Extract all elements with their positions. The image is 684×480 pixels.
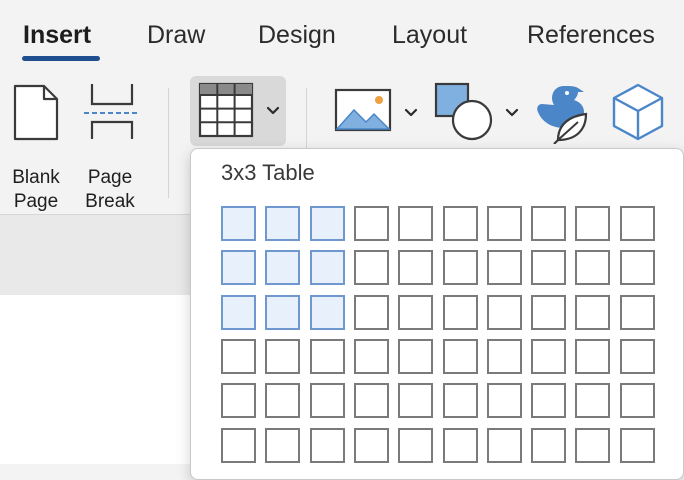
- shapes-button[interactable]: [434, 82, 496, 142]
- cube-icon: [612, 83, 664, 141]
- table-grid-cell[interactable]: [575, 250, 610, 285]
- table-grid-cell[interactable]: [221, 295, 256, 330]
- table-grid-cell[interactable]: [398, 206, 433, 241]
- table-grid-cell[interactable]: [620, 383, 655, 418]
- table-grid-icon: [198, 82, 254, 138]
- table-grid-cell[interactable]: [265, 206, 300, 241]
- table-grid-cell[interactable]: [531, 383, 566, 418]
- table-grid-cell[interactable]: [310, 428, 345, 463]
- table-grid-cell[interactable]: [221, 383, 256, 418]
- ribbon-tabs: Insert Draw Design Layout References: [0, 0, 684, 68]
- table-grid-cell[interactable]: [221, 428, 256, 463]
- table-grid-cell[interactable]: [531, 295, 566, 330]
- table-grid-cell[interactable]: [221, 339, 256, 374]
- table-grid-cell[interactable]: [443, 250, 478, 285]
- table-grid-cell[interactable]: [487, 339, 522, 374]
- table-grid-cell[interactable]: [354, 250, 389, 285]
- blank-page-button[interactable]: Blank Page: [6, 82, 66, 212]
- page-break-icon: [84, 84, 140, 139]
- pictures-button[interactable]: [334, 88, 394, 138]
- table-grid-cell[interactable]: [354, 428, 389, 463]
- table-grid-cell[interactable]: [443, 383, 478, 418]
- table-grid-cell[interactable]: [221, 206, 256, 241]
- picture-icon: [334, 88, 392, 132]
- table-grid-cell[interactable]: [354, 206, 389, 241]
- table-grid-cell[interactable]: [575, 206, 610, 241]
- table-grid-cell[interactable]: [531, 428, 566, 463]
- table-grid-cell[interactable]: [620, 428, 655, 463]
- table-grid-cell[interactable]: [265, 339, 300, 374]
- table-grid-cell[interactable]: [265, 383, 300, 418]
- table-grid-cell[interactable]: [265, 295, 300, 330]
- blank-page-icon: [13, 84, 59, 141]
- table-grid-cell[interactable]: [443, 339, 478, 374]
- table-grid-cell[interactable]: [354, 339, 389, 374]
- table-grid-cell[interactable]: [620, 339, 655, 374]
- table-grid-cell[interactable]: [575, 383, 610, 418]
- blank-page-label-line2: Page: [13, 191, 59, 212]
- insert-table-dropdown: 3x3 Table: [190, 148, 684, 480]
- table-grid-cell[interactable]: [531, 206, 566, 241]
- table-grid-cell[interactable]: [398, 295, 433, 330]
- table-grid-cell[interactable]: [265, 428, 300, 463]
- table-grid-cell[interactable]: [398, 428, 433, 463]
- table-grid-cell[interactable]: [575, 339, 610, 374]
- chevron-down-icon[interactable]: [404, 108, 418, 118]
- table-grid-cell[interactable]: [398, 339, 433, 374]
- table-grid-cell[interactable]: [310, 295, 345, 330]
- chevron-down-icon: [266, 106, 280, 115]
- tab-layout[interactable]: Layout: [392, 18, 467, 52]
- table-grid-cell[interactable]: [487, 206, 522, 241]
- icons-button[interactable]: [534, 82, 594, 145]
- blank-page-label-line1: Blank: [12, 167, 60, 188]
- table-grid-cell[interactable]: [575, 295, 610, 330]
- table-grid-cell[interactable]: [487, 295, 522, 330]
- table-grid-cell[interactable]: [487, 428, 522, 463]
- table-size-label: 3x3 Table: [221, 160, 315, 185]
- table-grid-cell[interactable]: [398, 250, 433, 285]
- table-grid-cell[interactable]: [575, 428, 610, 463]
- page-break-label-line2: Break: [85, 191, 135, 212]
- table-grid-cell[interactable]: [221, 250, 256, 285]
- active-tab-indicator: [22, 56, 100, 61]
- table-grid-cell[interactable]: [398, 383, 433, 418]
- tab-references[interactable]: References: [527, 18, 655, 52]
- table-grid-cell[interactable]: [487, 250, 522, 285]
- 3d-models-button[interactable]: [610, 82, 666, 144]
- chevron-down-icon[interactable]: [505, 108, 519, 118]
- ribbon-separator: [168, 88, 169, 198]
- table-button[interactable]: [190, 76, 286, 146]
- page-break-button[interactable]: Page Break: [78, 82, 142, 212]
- tab-insert[interactable]: Insert: [23, 18, 91, 52]
- page-break-label-line1: Page: [87, 167, 133, 188]
- table-grid-cell[interactable]: [310, 383, 345, 418]
- table-grid-cell[interactable]: [443, 295, 478, 330]
- table-grid-cell[interactable]: [354, 295, 389, 330]
- table-grid-cell[interactable]: [620, 206, 655, 241]
- table-grid-cell[interactable]: [443, 206, 478, 241]
- table-grid-cell[interactable]: [265, 250, 300, 285]
- table-grid-cell[interactable]: [620, 250, 655, 285]
- tab-draw[interactable]: Draw: [147, 18, 205, 52]
- duck-icon: [537, 86, 588, 145]
- table-grid-cell[interactable]: [531, 339, 566, 374]
- table-grid-cell[interactable]: [443, 428, 478, 463]
- table-grid-cell[interactable]: [354, 383, 389, 418]
- table-grid-cell[interactable]: [310, 250, 345, 285]
- table-grid-cell[interactable]: [620, 295, 655, 330]
- table-grid-cell[interactable]: [487, 383, 522, 418]
- table-grid-cell[interactable]: [310, 339, 345, 374]
- tab-design[interactable]: Design: [258, 18, 336, 52]
- table-grid-cell[interactable]: [310, 206, 345, 241]
- table-grid-cell[interactable]: [531, 250, 566, 285]
- shapes-icon: [434, 82, 493, 141]
